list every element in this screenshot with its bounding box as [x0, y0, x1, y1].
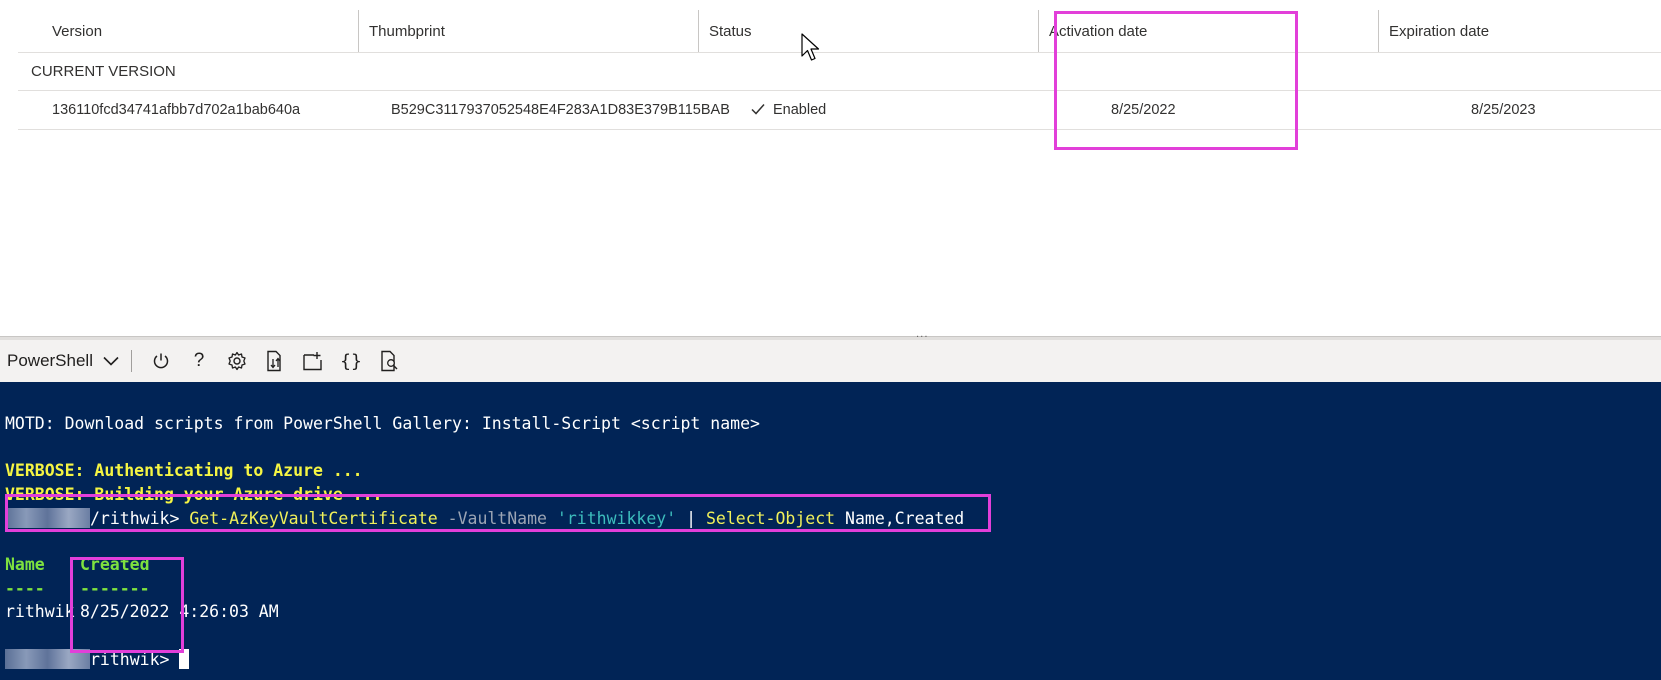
power-icon [153, 353, 169, 369]
output-dash-name: ---- [5, 579, 45, 598]
open-new-session-button[interactable] [294, 345, 332, 377]
column-header-label: Thumbprint [369, 22, 445, 40]
column-header-label: Expiration date [1389, 22, 1490, 40]
output-created-date: 8/25/2022 [80, 602, 170, 621]
prompt-line: rithwik> [5, 649, 190, 669]
redacted-path [5, 508, 90, 528]
shell-type-dropdown[interactable]: PowerShell [0, 340, 131, 382]
column-header-label: Status [709, 22, 752, 40]
settings-button[interactable] [218, 345, 256, 377]
motd-line: MOTD: Download scripts from PowerShell G… [5, 414, 760, 433]
group-header-current-version: CURRENT VERSION [18, 53, 1661, 91]
powershell-terminal[interactable]: MOTD: Download scripts from PowerShell G… [0, 382, 1661, 680]
cell-version[interactable]: 136110fcd34741afbb7d702a1bab640a [52, 91, 300, 129]
upload-download-icon [267, 350, 281, 372]
output-header-name: Name [5, 555, 45, 574]
cell-thumbprint: B529C3117937052548E4F283A1D83E379B115BAB [391, 102, 730, 118]
open-new-session-icon [303, 352, 322, 371]
mouse-pointer-icon [801, 33, 821, 68]
cmdlet-get: Get-AzKeyVaultCertificate [189, 509, 438, 528]
column-header-label: Version [52, 22, 103, 40]
column-header-label: Activation date [1049, 22, 1148, 40]
cmd-string-value: 'rithwikkey' [556, 509, 677, 528]
column-header-thumbprint[interactable]: Thumbprint [358, 10, 445, 52]
cmdlet-select: Select-Object [705, 509, 836, 528]
prompt-text: rithwik> [90, 650, 180, 669]
cell-status: Enabled [751, 91, 826, 129]
output-row-name: rithwik [5, 602, 75, 621]
upload-download-button[interactable] [256, 345, 294, 377]
help-icon: ? [193, 350, 205, 371]
restart-power-button[interactable] [142, 345, 180, 377]
verbose-drive-line: VERBOSE: Building your Azure drive ... [5, 485, 383, 504]
output-row-created: 8/25/2022 4:26:03 AM [80, 602, 279, 621]
column-header-version[interactable]: Version [52, 10, 102, 52]
column-header-status[interactable]: Status [698, 10, 752, 52]
cmd-parameter: -VaultName [437, 509, 557, 528]
web-preview-button[interactable] [370, 345, 408, 377]
toolbar-divider [131, 350, 132, 372]
output-created-time: 4:26:03 AM [169, 602, 279, 621]
column-header-expiration-date[interactable]: Expiration date [1378, 10, 1489, 52]
cell-expiration-date: 8/25/2023 [1471, 102, 1536, 118]
table-row[interactable]: 136110fcd34741afbb7d702a1bab640a B529C31… [18, 91, 1661, 130]
settings-icon [228, 351, 246, 371]
table-header-row: Version Thumbprint Status Activation dat… [18, 10, 1661, 53]
editor-button[interactable]: {} [332, 345, 370, 377]
certificate-versions-table: Version Thumbprint Status Activation dat… [0, 0, 1661, 336]
shell-type-label: PowerShell [7, 351, 93, 370]
verbose-auth-line: VERBOSE: Authenticating to Azure ... [5, 461, 363, 480]
chevron-down-icon [103, 351, 119, 371]
checkmark-icon [751, 102, 765, 118]
redacted-path [5, 649, 90, 669]
cmd-pipe: | [676, 509, 706, 528]
cloud-shell-toolbar: PowerShell ? {} [0, 340, 1661, 382]
output-header-created: Created [80, 555, 150, 574]
prompt-text: /rithwik> [90, 509, 190, 528]
editor-braces-icon: {} [340, 350, 362, 372]
cell-activation-date: 8/25/2022 [1111, 102, 1176, 118]
output-dash-created: ------- [80, 579, 150, 598]
command-line: /rithwik> Get-AzKeyVaultCertificate -Vau… [5, 508, 964, 528]
column-header-activation-date[interactable]: Activation date [1038, 10, 1147, 52]
terminal-cursor [179, 649, 190, 669]
cmd-args: Name,Created [835, 509, 965, 528]
web-preview-icon [381, 350, 398, 372]
help-button[interactable]: ? [180, 345, 218, 377]
status-text: Enabled [773, 102, 827, 118]
